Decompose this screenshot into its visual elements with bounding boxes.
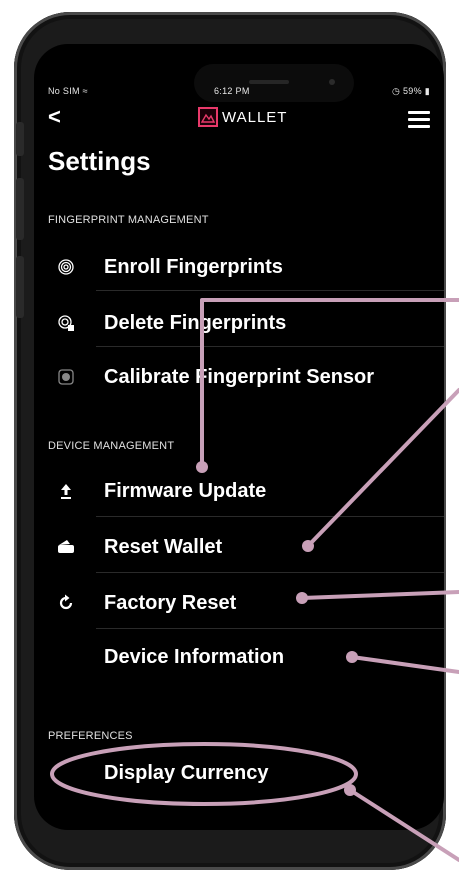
delete-fingerprints-item[interactable]: Delete Fingerprints <box>34 300 444 346</box>
brand-logo: WALLET <box>198 107 287 127</box>
speaker-grille <box>249 80 289 84</box>
enroll-fingerprints-label: Enroll Fingerprints <box>104 255 283 278</box>
header-bar: < WALLET <box>34 104 444 134</box>
volume-down-button <box>16 256 24 318</box>
status-time: 6:12 PM <box>214 86 250 96</box>
divider <box>96 516 444 517</box>
section-device-label: DEVICE MANAGEMENT <box>48 440 175 452</box>
refresh-icon <box>56 593 76 613</box>
mountain-logo-icon <box>198 107 218 127</box>
wifi-icon: ≈ <box>82 86 88 96</box>
wallet-icon <box>56 537 76 557</box>
section-fingerprint-label: FINGERPRINT MANAGEMENT <box>48 214 209 226</box>
factory-reset-item[interactable]: Factory Reset <box>34 580 444 626</box>
camera-icon <box>329 79 335 85</box>
back-button[interactable]: < <box>48 104 61 130</box>
mute-switch <box>16 122 24 156</box>
phone-screen: No SIM ≈ 6:12 PM ◷ 59% ▮ < WALLET Settin… <box>34 44 444 830</box>
delete-fingerprints-label: Delete Fingerprints <box>104 311 287 334</box>
calibrate-sensor-item[interactable]: Calibrate Fingerprint Sensor <box>34 354 444 400</box>
hamburger-menu-icon[interactable] <box>408 111 430 132</box>
divider <box>96 346 444 347</box>
display-currency-item[interactable]: Display Currency <box>34 750 444 796</box>
brand-name: WALLET <box>222 108 288 126</box>
carrier-label: No SIM <box>48 86 80 96</box>
enroll-fingerprints-item[interactable]: Enroll Fingerprints <box>34 244 444 290</box>
display-currency-label: Display Currency <box>104 761 269 784</box>
page-title: Settings <box>48 146 151 176</box>
factory-reset-label: Factory Reset <box>104 591 237 614</box>
battery-icon: ▮ <box>424 86 430 96</box>
status-battery: ◷ 59% ▮ <box>392 86 430 97</box>
reset-wallet-label: Reset Wallet <box>104 535 223 558</box>
calibrate-sensor-label: Calibrate Fingerprint Sensor <box>104 365 375 388</box>
divider <box>96 628 444 629</box>
section-preferences-label: PREFERENCES <box>48 730 133 742</box>
divider <box>96 572 444 573</box>
volume-up-button <box>16 178 24 240</box>
firmware-update-item[interactable]: Firmware Update <box>34 468 444 514</box>
device-information-label: Device Information <box>104 645 285 668</box>
divider <box>96 290 444 291</box>
battery-percent: 59% <box>403 86 422 96</box>
notch <box>194 64 354 102</box>
upload-arrow-icon <box>56 481 76 501</box>
reset-wallet-item[interactable]: Reset Wallet <box>34 524 444 570</box>
device-information-item[interactable]: Device Information <box>34 634 444 680</box>
fingerprint-icon <box>56 257 76 277</box>
status-carrier: No SIM ≈ <box>48 86 88 96</box>
firmware-update-label: Firmware Update <box>104 479 267 502</box>
sensor-icon <box>56 367 76 387</box>
alarm-icon: ◷ <box>392 86 401 96</box>
fingerprint-delete-icon <box>56 313 76 333</box>
